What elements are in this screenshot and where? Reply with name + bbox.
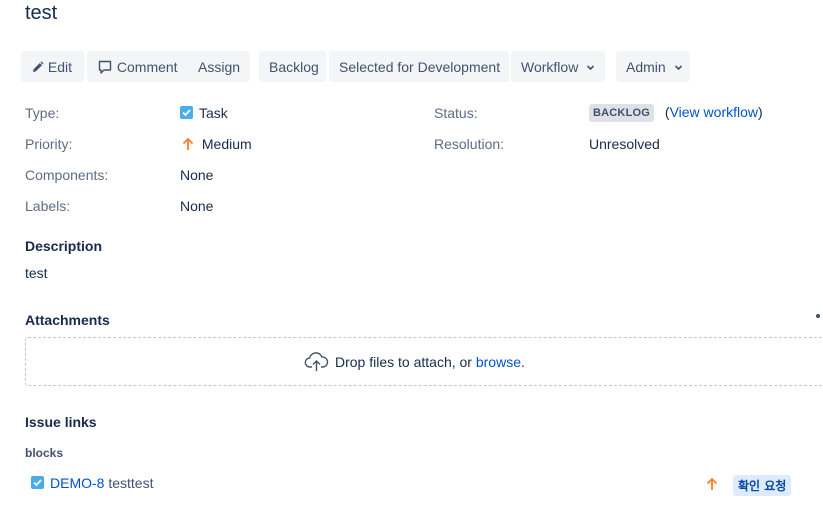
backlog-button[interactable]: Backlog bbox=[259, 51, 326, 82]
assign-label: Assign bbox=[198, 58, 241, 75]
labels-value: None bbox=[180, 198, 214, 214]
view-workflow-link[interactable]: View workflow bbox=[670, 104, 758, 120]
pencil-icon bbox=[33, 61, 44, 72]
components-value: None bbox=[180, 167, 214, 183]
type-value: Task bbox=[180, 105, 228, 121]
labels-label: Labels: bbox=[25, 198, 71, 214]
type-text: Task bbox=[199, 105, 228, 121]
arrow-up-icon bbox=[706, 477, 718, 490]
edit-label: Edit bbox=[47, 58, 73, 75]
linked-issue-key[interactable]: DEMO-8 bbox=[50, 475, 104, 491]
cloud-upload-icon bbox=[304, 352, 329, 371]
status-badge: BACKLOG bbox=[589, 104, 655, 122]
issue-links-heading: Issue links bbox=[25, 414, 97, 430]
resolution-label: Resolution: bbox=[434, 136, 505, 152]
resolution-value: Unresolved bbox=[589, 136, 660, 152]
attachment-dropzone[interactable]: Drop files to attach, or browse. bbox=[25, 337, 823, 386]
priority-label: Priority: bbox=[25, 136, 73, 152]
chevron-down-icon bbox=[587, 65, 595, 70]
drop-text: Drop files to attach, or bbox=[335, 354, 476, 370]
status-value: BACKLOG (View workflow) bbox=[589, 104, 763, 122]
checkbox-task-icon bbox=[31, 476, 44, 489]
linked-issue-row[interactable]: DEMO-8 testtest bbox=[31, 475, 153, 491]
speech-bubble-icon bbox=[98, 61, 112, 74]
edit-button[interactable]: Edit bbox=[21, 51, 84, 82]
status-label: Status: bbox=[434, 105, 478, 121]
issue-title: test bbox=[25, 2, 58, 24]
priority-value: Medium bbox=[182, 136, 252, 152]
selected-for-development-button[interactable]: Selected for Development bbox=[329, 51, 509, 82]
attachments-options-dot[interactable] bbox=[816, 314, 820, 318]
description-heading: Description bbox=[25, 238, 103, 254]
description-text[interactable]: test bbox=[25, 265, 48, 281]
selected-label: Selected for Development bbox=[339, 58, 501, 75]
backlog-label: Backlog bbox=[269, 58, 319, 75]
checkbox-task-icon bbox=[180, 106, 193, 119]
chevron-down-icon bbox=[674, 65, 682, 70]
priority-text: Medium bbox=[201, 136, 252, 152]
view-workflow-paren-close: ) bbox=[758, 104, 763, 120]
attachments-heading: Attachments bbox=[25, 312, 110, 328]
browse-link[interactable]: browse bbox=[476, 354, 521, 370]
link-relation: blocks bbox=[25, 446, 64, 460]
admin-label: Admin bbox=[626, 58, 666, 75]
type-label: Type: bbox=[25, 105, 60, 121]
assign-button[interactable]: Assign bbox=[188, 51, 250, 82]
arrow-up-icon bbox=[182, 137, 194, 150]
components-label: Components: bbox=[25, 167, 109, 183]
comment-label: Comment bbox=[116, 58, 178, 75]
dropzone-message: Drop files to attach, or browse. bbox=[304, 352, 525, 372]
workflow-label: Workflow bbox=[521, 58, 579, 75]
admin-dropdown[interactable]: Admin bbox=[616, 51, 690, 82]
workflow-dropdown[interactable]: Workflow bbox=[511, 51, 605, 82]
linked-issue-summary[interactable]: testtest bbox=[108, 475, 153, 491]
linked-issue-status-badge: 확인 요청 bbox=[733, 475, 792, 496]
drop-period: . bbox=[520, 354, 525, 370]
